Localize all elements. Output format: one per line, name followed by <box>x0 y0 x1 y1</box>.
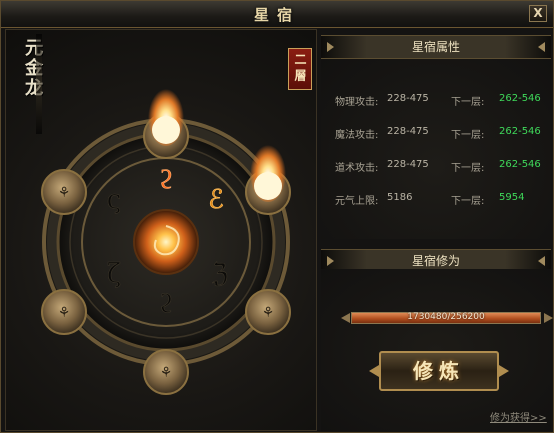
attr-row-magic: 魔法攻击: 228-475 下一层: 262-546 <box>335 126 550 141</box>
attr-label: 元气上限: <box>335 196 379 207</box>
attributes-panel <box>321 59 551 239</box>
constellation-panel: 元金龙 二層 ϩ ℰ ς ℨ ζ ϩ ⚘ ⚘ ⚘ ⚘ <box>5 29 317 431</box>
arrow-right-icon <box>544 313 553 323</box>
attr-row-energy: 元气上限: 5186 下一层: 5954 <box>335 192 550 207</box>
next-value: 5954 <box>499 192 525 203</box>
progress-bar: 1730480/256200 <box>351 312 541 324</box>
svg-text:⚘: ⚘ <box>58 305 71 321</box>
attr-value: 228-475 <box>387 159 429 170</box>
next-label: 下一层: <box>451 163 485 174</box>
obtain-cultivation-link[interactable]: 修为获得>> <box>490 409 547 424</box>
title-bar[interactable]: 星宿 X <box>1 1 553 28</box>
rune-glyph: ϩ <box>159 289 173 319</box>
rune-glyph-lit: ϩ <box>159 165 173 195</box>
attr-value: 228-475 <box>387 126 429 137</box>
close-button[interactable]: X <box>529 5 547 22</box>
arrow-left-icon <box>341 313 350 323</box>
attr-label: 物理攻击: <box>335 97 379 108</box>
rune-glyph: ς <box>107 185 122 215</box>
attr-label: 魔法攻击: <box>335 130 379 141</box>
next-label: 下一层: <box>451 97 485 108</box>
attributes-header: 星宿属性 <box>321 35 551 59</box>
attr-label: 道术攻击: <box>335 163 379 174</box>
attr-value: 5186 <box>387 192 413 203</box>
next-label: 下一层: <box>451 196 485 207</box>
svg-text:⚘: ⚘ <box>58 185 71 201</box>
cultivation-progress: 1730480/256200 <box>341 309 553 327</box>
attr-row-physical: 物理攻击: 228-475 下一层: 262-546 <box>335 93 550 108</box>
rune-glyph: ζ <box>107 259 121 289</box>
next-value: 262-546 <box>499 159 541 170</box>
svg-text:⚘: ⚘ <box>262 305 275 321</box>
star-constellation-window: 星宿 X 元金龙 二層 ϩ ℰ ς ℨ ζ ϩ ⚘ ⚘ ⚘ ⚘ 星宿属性 物理攻… <box>0 0 554 433</box>
cultivation-panel <box>321 269 551 431</box>
constellation-wheel: ϩ ℰ ς ℨ ζ ϩ ⚘ ⚘ ⚘ ⚘ <box>41 86 291 395</box>
attr-row-taoist: 道术攻击: 228-475 下一层: 262-546 <box>335 159 550 174</box>
svg-text:⚘: ⚘ <box>160 365 173 381</box>
rune-glyph-lit: ℰ <box>208 185 224 215</box>
cultivate-button[interactable]: 修炼 <box>369 351 509 391</box>
progress-text: 1730480/256200 <box>407 312 485 322</box>
next-value: 262-546 <box>499 93 541 104</box>
attr-value: 228-475 <box>387 93 429 104</box>
next-value: 262-546 <box>499 126 541 137</box>
rune-glyph: ℨ <box>212 259 228 289</box>
window-title: 星宿 <box>253 6 300 24</box>
next-label: 下一层: <box>451 130 485 141</box>
